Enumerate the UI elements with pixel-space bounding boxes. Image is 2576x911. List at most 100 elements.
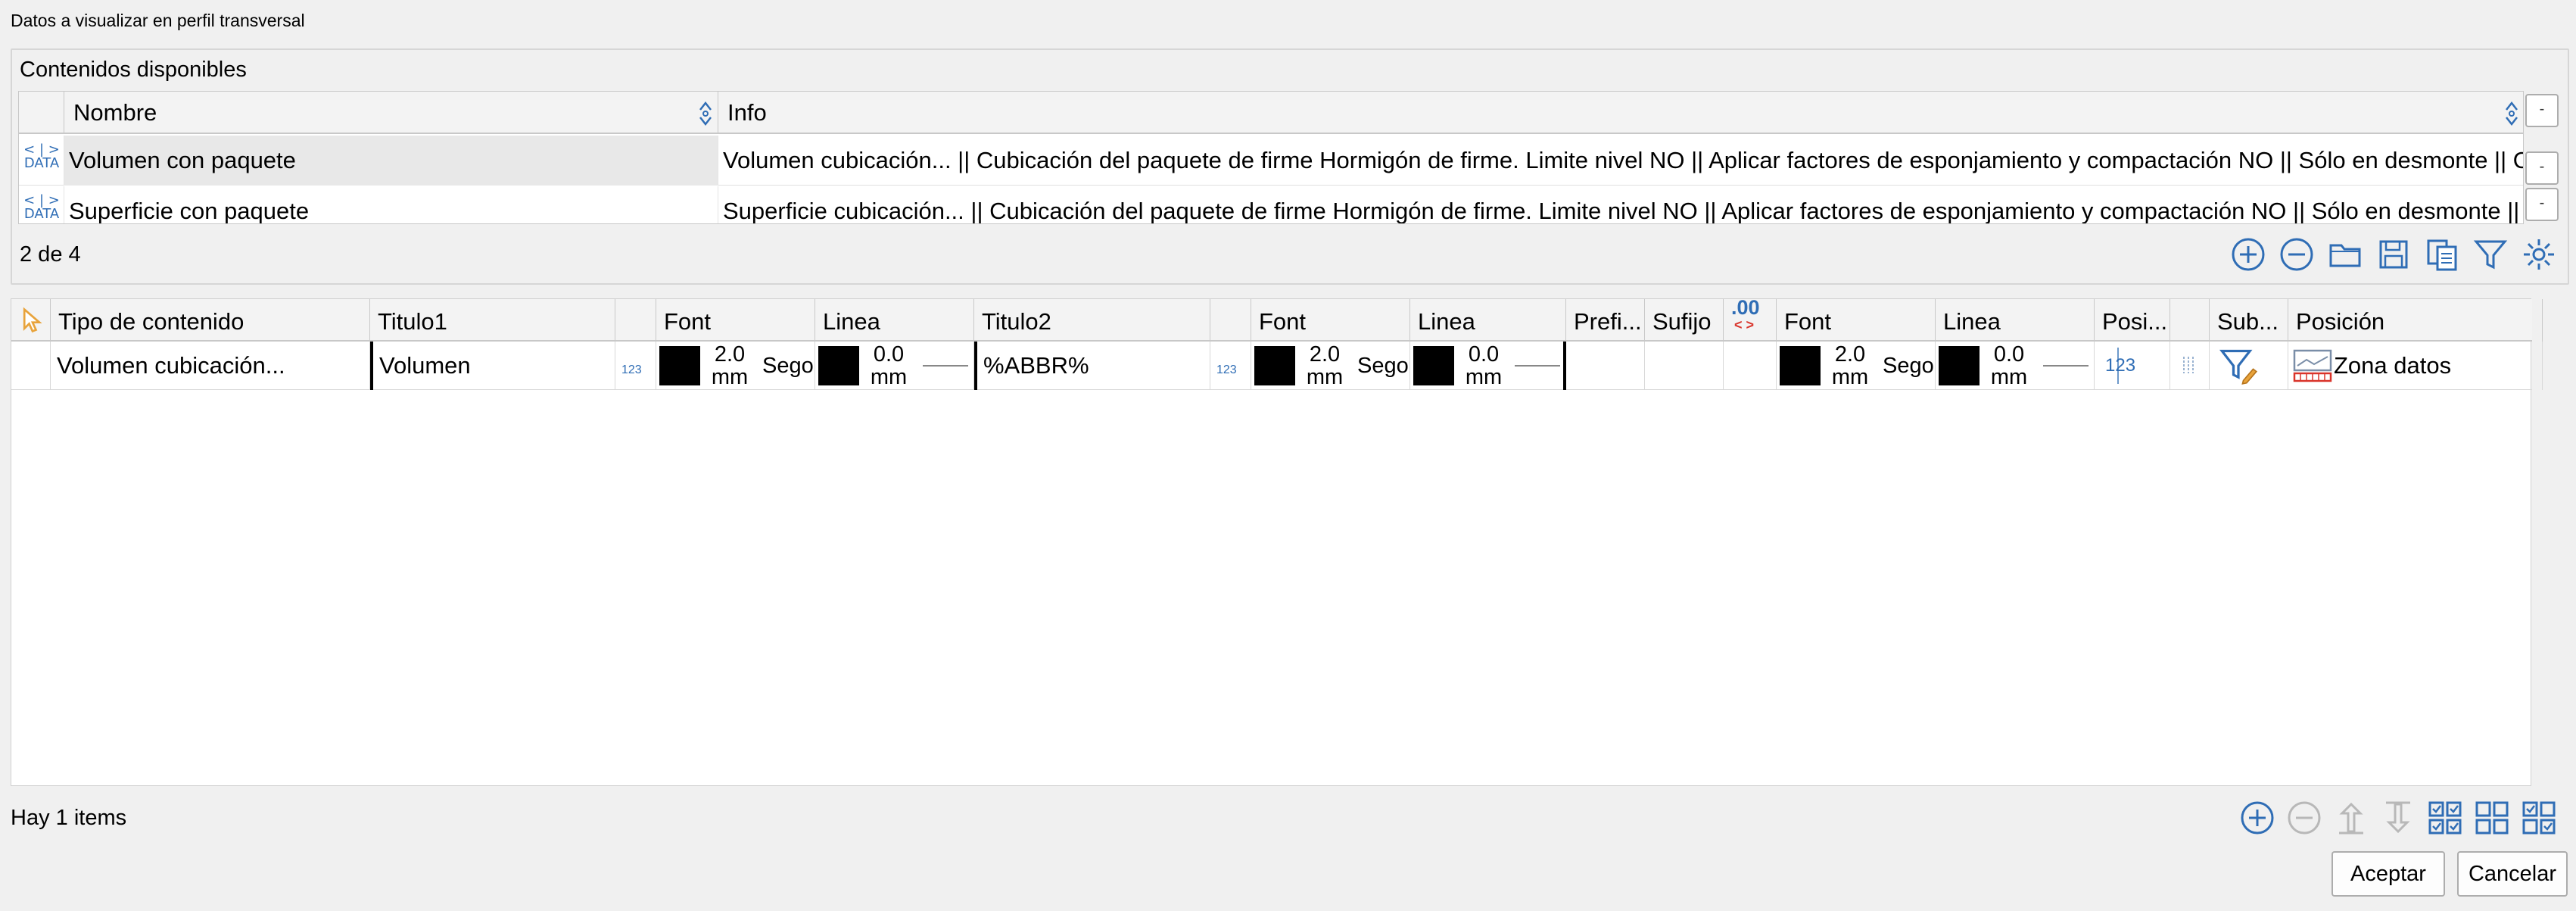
check-grid-icon xyxy=(2428,801,2462,835)
gear-icon xyxy=(2524,239,2554,270)
cell-linea3[interactable]: 0.0 mm xyxy=(1936,342,2095,390)
row-header-corner[interactable] xyxy=(11,299,51,342)
filter-edit-icon xyxy=(2219,349,2258,385)
cell-titulo2[interactable]: %ABBR% xyxy=(974,342,1210,390)
column-header-sub[interactable]: Sub... xyxy=(2210,299,2288,342)
column-header-prefijo[interactable]: Prefi... xyxy=(1566,299,1645,342)
invert-check-button[interactable] xyxy=(2518,797,2560,839)
filter-icon xyxy=(2473,240,2508,270)
cell-linea1[interactable]: 0.0 mm xyxy=(815,342,974,390)
items-count: Hay 1 items xyxy=(11,806,127,830)
column-header-label: Nombre xyxy=(73,99,157,126)
column-header-posicion[interactable]: Posición xyxy=(2288,299,2543,342)
save-button[interactable] xyxy=(2372,233,2415,276)
available-contents-table[interactable]: Nombre Info < | > DATA Volumen con paquet… xyxy=(18,91,2524,224)
cell-titulo1[interactable]: Volumen xyxy=(370,342,615,390)
column-header-tipo[interactable]: Tipo de contenido xyxy=(51,299,370,342)
column-header-linea3[interactable]: Linea xyxy=(1936,299,2095,342)
cell-tipo[interactable]: Volumen cubicación... xyxy=(51,342,370,390)
move-up-button[interactable]: - xyxy=(2525,151,2559,185)
cancel-button[interactable]: Cancelar xyxy=(2457,851,2568,897)
data-icon: < | > DATA xyxy=(23,192,60,222)
cell-format1[interactable]: 123 xyxy=(615,342,656,390)
column-header-nombre[interactable]: Nombre xyxy=(64,92,718,134)
cell-sufijo[interactable] xyxy=(1645,342,1724,390)
cell-extra[interactable] xyxy=(2170,342,2210,390)
cell-font2[interactable]: 2.0 mm Sego xyxy=(1251,342,1410,390)
table-header: Tipo de contenido Titulo1 Font Linea Tit… xyxy=(11,299,2543,342)
window-title: Datos a visualizar en perfil transversal xyxy=(11,11,305,30)
check-all-button[interactable] xyxy=(2424,797,2466,839)
column-header-decimals[interactable]: .00 < > xyxy=(1724,299,1777,342)
line-width-value: 0.0 mm xyxy=(1990,342,2028,389)
remove-button[interactable] xyxy=(2275,233,2318,276)
move-down-item-button[interactable] xyxy=(2377,797,2419,839)
cell-nombre[interactable]: Superficie con paquete xyxy=(64,186,718,223)
minus-circle-icon xyxy=(2288,801,2321,835)
cell-nombre[interactable]: Volumen con paquete xyxy=(64,136,718,186)
data-zone-icon xyxy=(2293,349,2332,382)
column-header-linea2[interactable]: Linea xyxy=(1410,299,1566,342)
column-header-format1[interactable] xyxy=(615,299,656,342)
cell-linea2[interactable]: 0.0 mm xyxy=(1410,342,1566,390)
row-icon-cell: < | > DATA xyxy=(19,186,64,223)
accept-button[interactable]: Aceptar xyxy=(2331,851,2445,897)
data-icon: < | > DATA xyxy=(23,142,60,171)
column-header-font2[interactable]: Font xyxy=(1251,299,1410,342)
cell-info[interactable]: Volumen cubicación... || Cubicación del … xyxy=(718,136,2523,186)
font-size-value: 2.0 mm xyxy=(1831,342,1869,389)
column-header-titulo2[interactable]: Titulo2 xyxy=(974,299,1210,342)
remove-item-button[interactable] xyxy=(2283,797,2325,839)
grip-icon xyxy=(2183,357,2194,373)
sort-icon[interactable] xyxy=(2504,99,2519,126)
number-format-icon: 123 xyxy=(1216,363,1237,376)
table-row[interactable]: Volumen cubicación... Volumen 123 2.0 mm … xyxy=(11,342,2543,390)
copy-button[interactable] xyxy=(2421,233,2463,276)
row-header-corner[interactable] xyxy=(19,92,64,134)
cell-decimals[interactable] xyxy=(1724,342,1777,390)
copy-icon xyxy=(2427,239,2457,271)
table-row[interactable]: < | > DATA Superficie con paquete Superfi… xyxy=(19,186,2523,223)
column-header-sufijo[interactable]: Sufijo xyxy=(1645,299,1724,342)
cell-posi[interactable]: 123 xyxy=(2095,342,2170,390)
cell-format2[interactable]: 123 xyxy=(1210,342,1251,390)
selected-contents-table[interactable]: Tipo de contenido Titulo1 Font Linea Tit… xyxy=(11,298,2543,786)
cell-posicion[interactable]: Zona datos xyxy=(2288,342,2543,390)
column-header-info[interactable]: Info xyxy=(718,92,2523,134)
cell-font1[interactable]: 2.0 mm Sego xyxy=(656,342,815,390)
cell-info[interactable]: Superficie cubicación... || Cubicación d… xyxy=(718,186,2523,223)
arrow-down-icon xyxy=(2386,801,2410,834)
row-header[interactable] xyxy=(11,342,51,390)
filter-button[interactable] xyxy=(2469,233,2512,276)
font-name: Sego xyxy=(1883,354,1934,378)
empty-grid-icon xyxy=(2475,801,2509,835)
column-header-font3[interactable]: Font xyxy=(1777,299,1936,342)
cell-prefijo[interactable] xyxy=(1563,342,1645,390)
cell-font3[interactable]: 2.0 mm Sego xyxy=(1777,342,1936,390)
cell-sub[interactable] xyxy=(2210,342,2288,390)
add-item-button[interactable] xyxy=(2236,797,2279,839)
font-size-value: 2.0 mm xyxy=(1306,342,1344,389)
table-row[interactable]: < | > DATA Volumen con paquete Volumen cu… xyxy=(19,136,2523,186)
line-style-preview xyxy=(1515,365,1560,367)
column-header-format2[interactable] xyxy=(1210,299,1251,342)
move-down-button[interactable]: - xyxy=(2525,188,2559,221)
open-button[interactable] xyxy=(2324,233,2366,276)
color-swatch xyxy=(659,346,700,385)
color-swatch xyxy=(1939,346,1980,385)
settings-button[interactable] xyxy=(2518,233,2560,276)
scroll-up-button[interactable]: - xyxy=(2525,94,2559,127)
column-header-linea1[interactable]: Linea xyxy=(815,299,974,342)
column-header-font1[interactable]: Font xyxy=(656,299,815,342)
column-header-titulo1[interactable]: Titulo1 xyxy=(370,299,615,342)
column-header-extra[interactable] xyxy=(2170,299,2210,342)
color-swatch xyxy=(1413,346,1454,385)
column-header-posi[interactable]: Posi... xyxy=(2095,299,2170,342)
line-width-value: 0.0 mm xyxy=(1465,342,1503,389)
decimals-arrows-icon: < > xyxy=(1734,317,1755,332)
move-up-item-button[interactable] xyxy=(2330,797,2372,839)
uncheck-all-button[interactable] xyxy=(2471,797,2513,839)
sort-icon[interactable] xyxy=(698,99,713,126)
color-swatch xyxy=(818,346,859,385)
add-button[interactable] xyxy=(2227,233,2269,276)
